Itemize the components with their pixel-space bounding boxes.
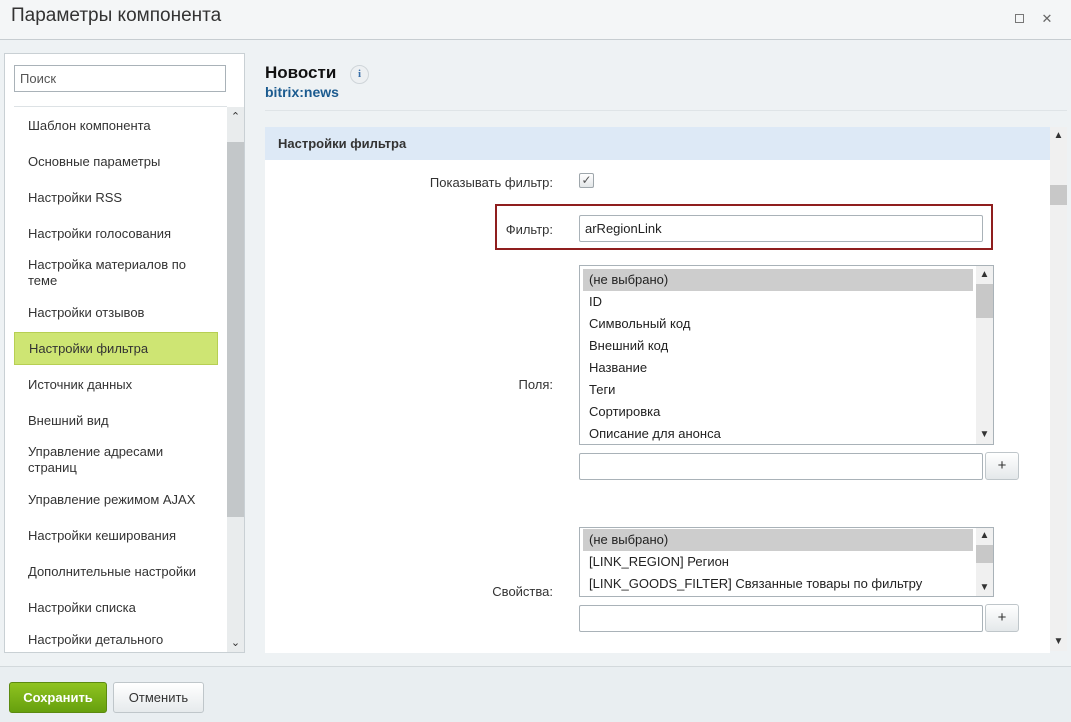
sidebar-item-additional[interactable]: Дополнительные настройки bbox=[14, 555, 218, 588]
sidebar-item-voting[interactable]: Настройки голосования bbox=[14, 217, 218, 250]
list-item[interactable]: [LINK_GOODS_FILTER] Связанные товары по … bbox=[583, 573, 973, 595]
filter-input[interactable] bbox=[579, 215, 983, 242]
scroll-up-icon[interactable]: ⌃ bbox=[227, 108, 244, 126]
list-item[interactable]: Символьный код bbox=[583, 313, 973, 335]
scroll-down-icon[interactable]: ▼ bbox=[976, 580, 993, 596]
fields-add-button[interactable]: + bbox=[985, 452, 1019, 480]
scroll-up-icon[interactable]: ▲ bbox=[976, 528, 993, 544]
show-filter-checkbox[interactable]: ✓ bbox=[579, 173, 594, 188]
sidebar-item-filter-settings[interactable]: Настройки фильтра bbox=[14, 332, 218, 365]
save-button[interactable]: Сохранить bbox=[9, 682, 107, 713]
properties-listbox[interactable]: (не выбрано) [LINK_REGION] Регион [LINK_… bbox=[579, 527, 994, 597]
sidebar-item-detail-settings[interactable]: Настройки детального bbox=[14, 623, 218, 652]
sidebar-item-ajax[interactable]: Управление режимом AJAX bbox=[14, 483, 218, 516]
sidebar-item-reviews[interactable]: Настройки отзывов bbox=[14, 296, 218, 329]
component-name: Новости bbox=[265, 63, 337, 82]
scroll-down-icon[interactable]: ▼ bbox=[976, 427, 993, 443]
sidebar-item-rss[interactable]: Настройки RSS bbox=[14, 181, 218, 214]
scroll-up-icon[interactable]: ▲ bbox=[976, 267, 993, 283]
list-item[interactable]: [LINK_REGION] Регион bbox=[583, 551, 973, 573]
fields-scrollbar-thumb[interactable] bbox=[976, 284, 993, 318]
properties-add-button[interactable]: + bbox=[985, 604, 1019, 632]
sidebar-item-related-materials[interactable]: Настройка материалов по теме bbox=[14, 256, 218, 289]
cancel-button[interactable]: Отменить bbox=[113, 682, 204, 713]
fields-listbox[interactable]: (не выбрано) ID Символьный код Внешний к… bbox=[579, 265, 994, 445]
list-item[interactable]: Внешний код bbox=[583, 335, 973, 357]
section-header: Настройки фильтра bbox=[265, 127, 1050, 160]
sidebar-item-data-source[interactable]: Источник данных bbox=[14, 368, 218, 401]
search-input[interactable] bbox=[14, 65, 226, 92]
filter-label: Фильтр: bbox=[505, 222, 553, 237]
sidebar: ⌃ ⌄ Шаблон компонента Основные параметры… bbox=[4, 53, 245, 653]
list-item[interactable]: Теги bbox=[583, 379, 973, 401]
scroll-down-icon[interactable]: ▼ bbox=[1050, 633, 1067, 651]
list-item[interactable]: Сортировка bbox=[583, 401, 973, 423]
properties-scrollbar-thumb[interactable] bbox=[976, 545, 993, 563]
sidebar-item-appearance[interactable]: Внешний вид bbox=[14, 404, 218, 437]
window-titlebar: Параметры компонента ✕ bbox=[0, 0, 1071, 40]
sidebar-item-basic-params[interactable]: Основные параметры bbox=[14, 145, 218, 178]
main-content: Новости i bitrix:news Настройки фильтра … bbox=[253, 53, 1067, 653]
info-icon[interactable]: i bbox=[350, 65, 369, 84]
properties-extra-input[interactable] bbox=[579, 605, 983, 632]
footer: Сохранить Отменить bbox=[0, 666, 1071, 722]
sidebar-item-page-urls[interactable]: Управление адресами страниц bbox=[14, 443, 218, 476]
scroll-up-icon[interactable]: ▲ bbox=[1050, 127, 1067, 145]
main-scrollbar-thumb[interactable] bbox=[1050, 185, 1067, 205]
close-icon[interactable]: ✕ bbox=[1038, 10, 1056, 28]
maximize-icon[interactable] bbox=[1010, 10, 1028, 28]
list-item[interactable]: ID bbox=[583, 291, 973, 313]
window-title: Параметры компонента bbox=[11, 5, 222, 26]
fields-label: Поля: bbox=[518, 377, 553, 392]
sidebar-item-list-settings[interactable]: Настройки списка bbox=[14, 591, 218, 624]
properties-label: Свойства: bbox=[492, 584, 553, 599]
list-item[interactable]: (не выбрано) bbox=[583, 269, 973, 291]
sidebar-divider bbox=[14, 106, 227, 107]
component-code: bitrix:news bbox=[265, 84, 339, 100]
list-item[interactable]: Описание для анонса bbox=[583, 423, 973, 444]
fields-extra-input[interactable] bbox=[579, 453, 983, 480]
sidebar-scrollbar-thumb[interactable] bbox=[227, 142, 244, 517]
list-item[interactable]: Название bbox=[583, 357, 973, 379]
header-divider bbox=[265, 110, 1067, 111]
settings-panel: Настройки фильтра Показывать фильтр: ✓ Ф… bbox=[265, 127, 1050, 653]
show-filter-label: Показывать фильтр: bbox=[429, 175, 553, 190]
scroll-down-icon[interactable]: ⌄ bbox=[227, 634, 244, 652]
main-scrollbar[interactable] bbox=[1050, 127, 1067, 651]
list-item[interactable]: (не выбрано) bbox=[583, 529, 973, 551]
sidebar-item-caching[interactable]: Настройки кеширования bbox=[14, 519, 218, 552]
sidebar-item-template[interactable]: Шаблон компонента bbox=[14, 109, 218, 142]
